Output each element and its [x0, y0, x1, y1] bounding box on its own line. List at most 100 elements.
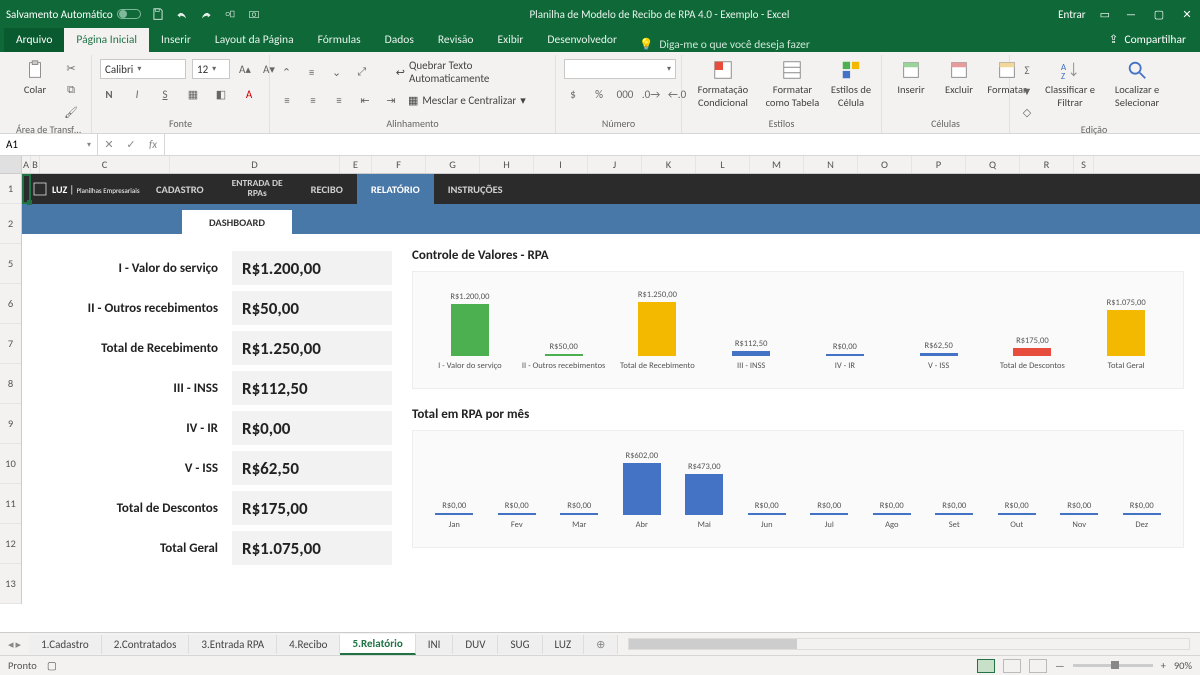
paste-button[interactable]: Colar	[14, 59, 56, 96]
row-header[interactable]: 2	[0, 204, 21, 244]
autosave-toggle[interactable]: Salvamento Automático	[6, 8, 141, 21]
increase-indent-icon[interactable]: ⇥	[382, 91, 400, 109]
bold-button[interactable]: N	[100, 85, 118, 103]
row-header[interactable]: 9	[0, 404, 21, 444]
fill-color-button[interactable]: ◧	[212, 85, 230, 103]
decrease-indent-icon[interactable]: ⇤	[356, 91, 374, 109]
tab-review[interactable]: Revisão	[426, 28, 486, 52]
select-all-corner[interactable]	[0, 156, 22, 173]
col-header[interactable]: A	[22, 156, 31, 173]
align-middle-icon[interactable]: ≡	[303, 63, 320, 81]
enter-fx-icon[interactable]: ✓	[120, 138, 142, 151]
row-header[interactable]: 11	[0, 484, 21, 524]
camera-icon[interactable]	[247, 7, 261, 21]
clear-icon[interactable]: ◇	[1018, 103, 1036, 121]
sheet-tab-cadastro[interactable]: 1.Cadastro	[29, 635, 102, 654]
col-header[interactable]: L	[696, 156, 750, 173]
column-headers[interactable]: ABCDEFGHIJKLMNOPQRS	[0, 156, 1200, 174]
col-header[interactable]: O	[858, 156, 912, 173]
col-header[interactable]: H	[480, 156, 534, 173]
nav-relatorio[interactable]: RELATÓRIO	[357, 174, 434, 204]
align-bottom-icon[interactable]: ⌄	[328, 63, 345, 81]
view-pagebreak-button[interactable]	[1029, 659, 1047, 673]
signin-button[interactable]: Entrar	[1058, 8, 1085, 21]
row-header[interactable]: 5	[0, 244, 21, 284]
increase-decimal-icon[interactable]: .0→	[642, 85, 660, 103]
col-header[interactable]: P	[912, 156, 966, 173]
delete-cells-button[interactable]: Excluir	[938, 59, 980, 96]
view-layout-button[interactable]	[1003, 659, 1021, 673]
share-button[interactable]: ⇪ Compartilhar	[1095, 27, 1200, 52]
underline-button[interactable]: S	[156, 85, 174, 103]
font-name-combo[interactable]: Calibri▾	[100, 59, 186, 79]
tab-developer[interactable]: Desenvolvedor	[535, 28, 629, 52]
name-box-input[interactable]	[6, 138, 66, 151]
align-top-icon[interactable]: ⌃	[278, 63, 295, 81]
row-header[interactable]: 6	[0, 284, 21, 324]
macro-rec-icon[interactable]: ▢	[47, 659, 57, 672]
comma-icon[interactable]: 000	[616, 85, 634, 103]
sheet-tab-recibo[interactable]: 4.Recibo	[277, 635, 340, 654]
save-icon[interactable]	[151, 7, 165, 21]
tab-file[interactable]: Arquivo	[4, 28, 64, 52]
tell-me[interactable]: 💡 Diga-me o que você deseja fazer	[639, 37, 810, 52]
col-header[interactable]: C	[40, 156, 170, 173]
zoom-in-button[interactable]: +	[1161, 659, 1166, 672]
col-header[interactable]: M	[750, 156, 804, 173]
tab-layout[interactable]: Layout da Página	[203, 28, 306, 52]
sheet-tab-relatorio[interactable]: 5.Relatório	[340, 634, 415, 655]
autosum-icon[interactable]: Σ	[1018, 61, 1036, 79]
sheet-nav-last-icon[interactable]: ▸	[16, 638, 22, 651]
italic-button[interactable]: I	[128, 85, 146, 103]
sheet-tab-entrada[interactable]: 3.Entrada RPA	[189, 635, 277, 654]
tab-home[interactable]: Página Inicial	[64, 28, 149, 52]
sheet-tab-sug[interactable]: SUG	[498, 635, 542, 654]
format-table-button[interactable]: Formatar como Tabela	[762, 59, 823, 109]
row-header[interactable]: 1	[0, 174, 21, 204]
horizontal-scrollbar[interactable]	[628, 638, 1190, 650]
row-header[interactable]: 12	[0, 524, 21, 564]
minimize-button[interactable]: —	[1124, 8, 1138, 21]
nav-cadastro[interactable]: CADASTRO	[142, 174, 218, 204]
dashboard-tab[interactable]: DASHBOARD	[182, 210, 292, 234]
align-center-icon[interactable]: ≡	[304, 91, 322, 109]
percent-icon[interactable]: %	[590, 85, 608, 103]
sheet-tab-contratados[interactable]: 2.Contratados	[102, 635, 190, 654]
grow-font-icon[interactable]: A▴	[236, 60, 254, 78]
sheet-tab-luz[interactable]: LUZ	[543, 635, 585, 654]
align-right-icon[interactable]: ≡	[330, 91, 348, 109]
copy-icon[interactable]: ⧉	[62, 81, 80, 99]
row-header[interactable]: 7	[0, 324, 21, 364]
tab-data[interactable]: Dados	[373, 28, 426, 52]
col-header[interactable]: Q	[966, 156, 1020, 173]
zoom-out-button[interactable]: —	[1055, 659, 1065, 672]
sheet-tab-duv[interactable]: DUV	[453, 635, 498, 654]
col-header[interactable]: D	[170, 156, 340, 173]
touch-icon[interactable]	[223, 7, 237, 21]
col-header[interactable]: B	[31, 156, 40, 173]
currency-icon[interactable]: $	[564, 85, 582, 103]
ribbon-opts-icon[interactable]: ▭	[1100, 8, 1110, 21]
fx-icon[interactable]: fx	[142, 138, 164, 151]
worksheet-grid[interactable]: ABCDEFGHIJKLMNOPQRS 125678910111213 LUZ …	[0, 156, 1200, 610]
nav-entrada[interactable]: ENTRADA DERPAs	[218, 174, 297, 204]
cell-styles-button[interactable]: Estilos de Célula	[829, 59, 873, 109]
orientation-icon[interactable]: ⤢	[353, 63, 370, 81]
col-header[interactable]: R	[1020, 156, 1074, 173]
row-headers[interactable]: 125678910111213	[0, 174, 22, 604]
zoom-level[interactable]: 90%	[1174, 659, 1192, 672]
new-sheet-button[interactable]: ⊕	[584, 635, 618, 654]
border-button[interactable]: ▦	[184, 85, 202, 103]
align-left-icon[interactable]: ≡	[278, 91, 296, 109]
col-header[interactable]: E	[340, 156, 372, 173]
row-header[interactable]: 8	[0, 364, 21, 404]
font-color-button[interactable]: A	[240, 85, 258, 103]
cut-icon[interactable]: ✂	[62, 59, 80, 77]
nav-recibo[interactable]: RECIBO	[297, 174, 357, 204]
tab-insert[interactable]: Inserir	[149, 28, 203, 52]
view-normal-button[interactable]	[977, 659, 995, 673]
sheet-tab-ini[interactable]: INI	[416, 635, 454, 654]
fill-icon[interactable]: ▼	[1018, 82, 1036, 100]
close-button[interactable]: ✕	[1180, 8, 1194, 21]
redo-icon[interactable]	[199, 7, 213, 21]
